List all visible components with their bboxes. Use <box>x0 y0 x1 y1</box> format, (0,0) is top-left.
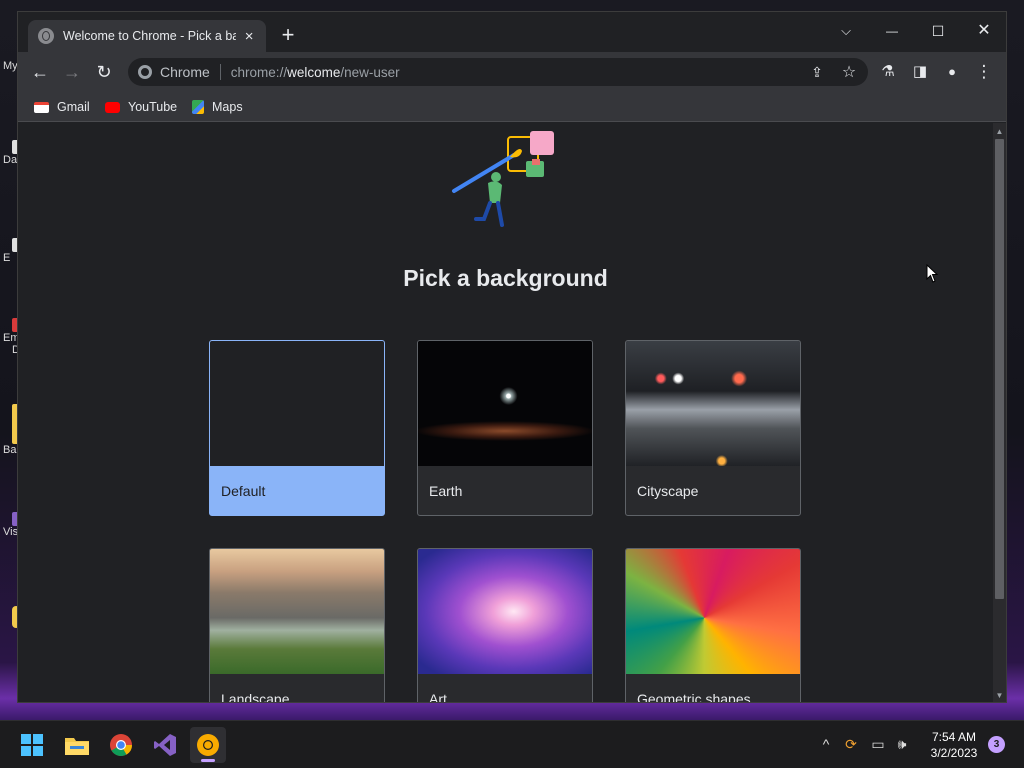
taskbar: ^ ⟳ ▭ 🕪 7:54 AM 3/2/2023 3 <box>0 720 1024 768</box>
tab-close-icon[interactable]: × <box>242 28 256 45</box>
clock-date: 3/2/2023 <box>930 746 978 760</box>
profile-icon[interactable]: ● <box>938 58 966 86</box>
network-icon[interactable]: ▭ <box>869 735 887 753</box>
desktop-icon-label: Em <box>3 332 18 344</box>
card-label: Default <box>221 483 266 499</box>
bookmark-label: Gmail <box>57 100 90 114</box>
divider <box>219 64 221 80</box>
card-label: Earth <box>429 483 463 499</box>
chrome-icon <box>110 734 132 756</box>
card-thumbnail <box>418 549 592 674</box>
share-icon[interactable]: ⇪ <box>806 64 828 80</box>
windows-icon <box>21 734 43 756</box>
desktop-icon-label: Vis <box>3 526 18 538</box>
show-hidden-icons-icon[interactable]: ^ <box>817 735 835 753</box>
card-thumbnail <box>418 341 592 466</box>
background-card-geometric-shapes[interactable]: Geometric shapes <box>625 548 801 703</box>
url-path: /new-user <box>340 64 400 80</box>
bookmark-label: Maps <box>212 100 243 114</box>
background-card-earth[interactable]: Earth <box>417 340 593 516</box>
scrollbar-thumb[interactable] <box>995 139 1004 599</box>
folder-icon <box>65 738 89 755</box>
background-card-cityscape[interactable]: Cityscape <box>625 340 801 516</box>
desktop-icon-vis[interactable]: Vis <box>0 512 18 538</box>
card-label: Geometric shapes <box>637 691 751 703</box>
card-label: Cityscape <box>637 483 699 499</box>
globe-icon <box>38 28 54 44</box>
desktop-icon-label: E <box>3 252 11 264</box>
maximize-button[interactable]: ☐ <box>920 18 956 44</box>
card-thumbnail <box>210 549 384 674</box>
desktop-icon-my[interactable]: My <box>0 60 18 72</box>
notification-badge[interactable]: 3 <box>988 736 1005 753</box>
url-text: chrome://welcome/new-user <box>231 65 400 80</box>
painter-illustration-icon <box>452 131 554 227</box>
card-thumbnail <box>626 549 800 674</box>
bookmark-youtube[interactable]: YouTube <box>105 98 177 116</box>
chrome-canary-taskbar-button[interactable] <box>190 727 226 763</box>
forward-button[interactable]: → <box>58 58 86 86</box>
card-thumbnail <box>626 341 800 466</box>
desktop-icon-e[interactable]: E <box>0 238 18 264</box>
reload-button[interactable]: ↻ <box>90 58 118 86</box>
desktop-icon-ba[interactable]: Ba <box>0 404 18 456</box>
bookmark-gmail[interactable]: Gmail <box>34 98 90 116</box>
card-label: Art <box>429 691 447 703</box>
card-thumbnail <box>210 341 384 466</box>
desktop-icon-label: D <box>12 344 18 356</box>
scroll-down-icon[interactable]: ▼ <box>993 691 1006 700</box>
page-scrollbar[interactable]: ▲ ▼ <box>993 123 1006 702</box>
scheme-chip: Chrome <box>160 64 210 80</box>
close-window-button[interactable]: ✕ <box>966 18 1002 44</box>
url-prefix: chrome:// <box>230 64 288 80</box>
background-card-landscape[interactable]: Landscape <box>209 548 385 703</box>
bookmark-maps[interactable]: Maps <box>192 98 243 116</box>
chrome-window: Welcome to Chrome - Pick a background × … <box>17 11 1007 703</box>
background-card-art[interactable]: Art <box>417 548 593 703</box>
title-bar: Welcome to Chrome - Pick a background × … <box>18 12 1006 52</box>
file-explorer-button[interactable] <box>59 727 95 763</box>
back-button[interactable]: ← <box>26 58 54 86</box>
desktop-icon-label: Ba <box>3 444 17 456</box>
scroll-up-icon[interactable]: ▲ <box>993 127 1006 136</box>
tab-title: Welcome to Chrome - Pick a background <box>63 29 236 43</box>
visual-studio-icon <box>154 734 176 756</box>
desktop-icon-da[interactable]: Da <box>0 140 18 166</box>
new-tab-button[interactable]: + <box>276 24 300 48</box>
address-bar[interactable]: Chrome chrome://welcome/new-user ⇪ ☆ <box>128 58 868 86</box>
system-clock[interactable]: 7:54 AM 3/2/2023 <box>916 729 992 761</box>
start-button[interactable] <box>14 727 50 763</box>
url-host: welcome <box>287 64 341 80</box>
bookmark-star-icon[interactable]: ☆ <box>838 62 860 81</box>
sync-icon[interactable]: ⟳ <box>842 735 860 753</box>
desktop-icon-unnamed[interactable] <box>0 606 18 628</box>
mouse-cursor-icon <box>926 264 939 283</box>
background-card-default[interactable]: Default <box>209 340 385 516</box>
visual-studio-button[interactable] <box>147 727 183 763</box>
minimize-button[interactable]: — <box>874 18 910 44</box>
chrome-canary-icon <box>197 734 219 756</box>
side-panel-icon[interactable]: ◨ <box>906 58 934 86</box>
labs-icon[interactable]: ⚗ <box>874 58 902 86</box>
youtube-icon <box>105 101 120 113</box>
card-label: Landscape <box>221 691 290 703</box>
menu-icon[interactable]: ⋮ <box>970 58 998 86</box>
bookmark-label: YouTube <box>128 100 178 114</box>
clock-time: 7:54 AM <box>931 730 977 744</box>
page-title: Pick a background <box>403 265 608 291</box>
desktop-icon-label: My <box>3 60 18 72</box>
volume-icon[interactable]: 🕪 <box>893 735 911 753</box>
welcome-page: Pick a background Default Earth Cityscap… <box>18 123 993 703</box>
tab-welcome[interactable]: Welcome to Chrome - Pick a background × <box>28 20 266 52</box>
gmail-icon <box>34 101 49 113</box>
desktop-icon-label: Da <box>3 154 18 166</box>
desktop-icon-em[interactable]: Em D <box>0 318 18 356</box>
browser-toolbar: ← → ↻ Chrome chrome://welcome/new-user ⇪… <box>18 52 1006 92</box>
bookmarks-bar: Gmail YouTube Maps <box>18 92 1006 122</box>
chrome-taskbar-button[interactable] <box>103 727 139 763</box>
maps-icon <box>192 100 204 114</box>
chrome-icon <box>138 65 152 79</box>
tab-search-icon[interactable]: ⌵ <box>828 18 864 44</box>
